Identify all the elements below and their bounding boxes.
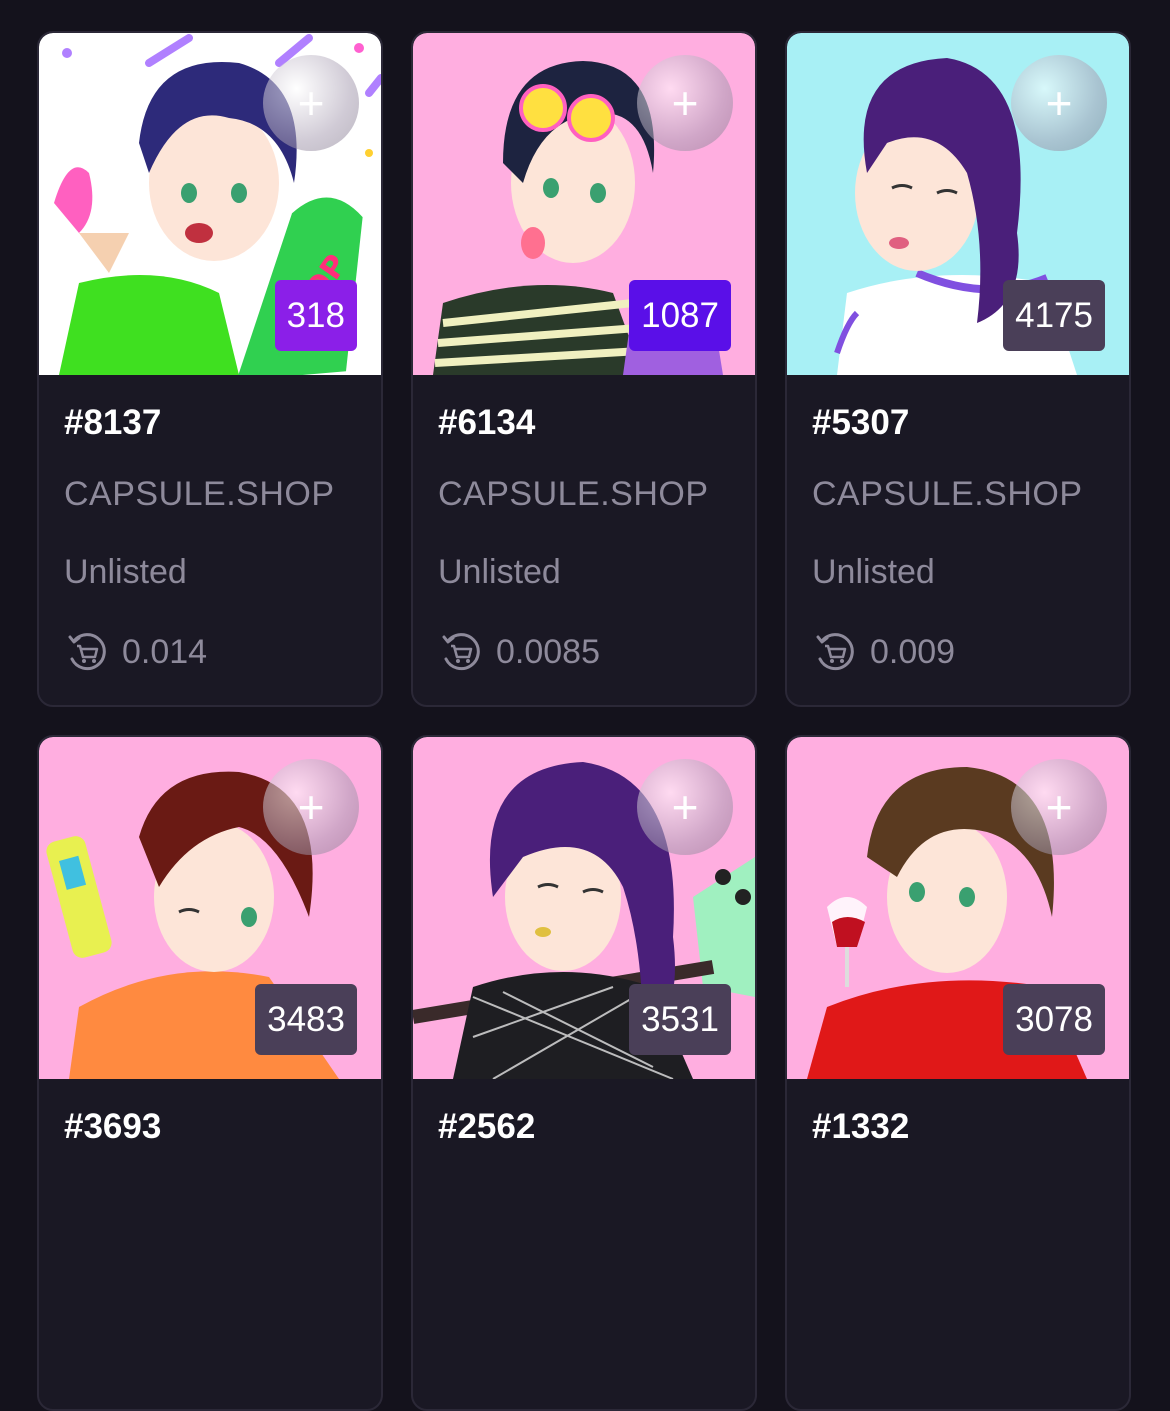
rank-badge: 1087 bbox=[629, 280, 731, 351]
nft-card[interactable]: SHOP + 318 #8137 CAPSULE.SHOP Unlisted 0… bbox=[37, 31, 383, 707]
listing-status: Unlisted bbox=[438, 553, 561, 591]
last-sale-cart-icon bbox=[442, 633, 480, 671]
nft-card[interactable]: + 3483 #3693 bbox=[37, 735, 383, 1411]
add-to-cart-button[interactable]: + bbox=[637, 759, 733, 855]
token-id: #1332 bbox=[812, 1107, 910, 1146]
last-sale-price: 0.014 bbox=[64, 629, 207, 675]
collection-name: CAPSULE.SHOP bbox=[438, 475, 709, 513]
nft-image[interactable]: + 1087 bbox=[413, 33, 755, 375]
last-sale-cart-icon bbox=[816, 633, 854, 671]
add-to-cart-button[interactable]: + bbox=[1011, 55, 1107, 151]
token-id: #6134 bbox=[438, 403, 536, 442]
nft-card[interactable]: + 4175 #5307 CAPSULE.SHOP Unlisted 0.009 bbox=[785, 31, 1131, 707]
token-id: #2562 bbox=[438, 1107, 536, 1146]
add-to-cart-button[interactable]: + bbox=[1011, 759, 1107, 855]
price-value: 0.0085 bbox=[496, 632, 600, 671]
listing-status: Unlisted bbox=[64, 553, 187, 591]
price-value: 0.009 bbox=[870, 632, 956, 671]
token-id: #5307 bbox=[812, 403, 910, 442]
token-id: #3693 bbox=[64, 1107, 162, 1146]
nft-image[interactable]: + 3483 bbox=[39, 737, 381, 1079]
nft-card[interactable]: + 1087 #6134 CAPSULE.SHOP Unlisted 0.008… bbox=[411, 31, 757, 707]
nft-image[interactable]: + 3531 bbox=[413, 737, 755, 1079]
nft-grid: SHOP + 318 #8137 CAPSULE.SHOP Unlisted 0… bbox=[0, 0, 1170, 1411]
rank-badge: 3483 bbox=[255, 984, 357, 1055]
collection-name: CAPSULE.SHOP bbox=[812, 475, 1083, 513]
add-to-cart-button[interactable]: + bbox=[637, 55, 733, 151]
last-sale-price: 0.0085 bbox=[438, 629, 600, 675]
rank-badge: 3078 bbox=[1003, 984, 1105, 1055]
nft-image[interactable]: + 4175 bbox=[787, 33, 1129, 375]
add-to-cart-button[interactable]: + bbox=[263, 759, 359, 855]
last-sale-price: 0.009 bbox=[812, 629, 955, 675]
add-to-cart-button[interactable]: + bbox=[263, 55, 359, 151]
rank-badge: 318 bbox=[274, 280, 357, 351]
token-id: #8137 bbox=[64, 403, 162, 442]
price-value: 0.014 bbox=[122, 632, 208, 671]
nft-image[interactable]: + 3078 bbox=[787, 737, 1129, 1079]
nft-card[interactable]: + 3531 #2562 bbox=[411, 735, 757, 1411]
rank-badge: 3531 bbox=[629, 984, 731, 1055]
rank-badge: 4175 bbox=[1003, 280, 1105, 351]
last-sale-cart-icon bbox=[68, 633, 106, 671]
nft-image[interactable]: SHOP + 318 bbox=[39, 33, 381, 375]
nft-card[interactable]: + 3078 #1332 bbox=[785, 735, 1131, 1411]
listing-status: Unlisted bbox=[812, 553, 935, 591]
collection-name: CAPSULE.SHOP bbox=[64, 475, 335, 513]
